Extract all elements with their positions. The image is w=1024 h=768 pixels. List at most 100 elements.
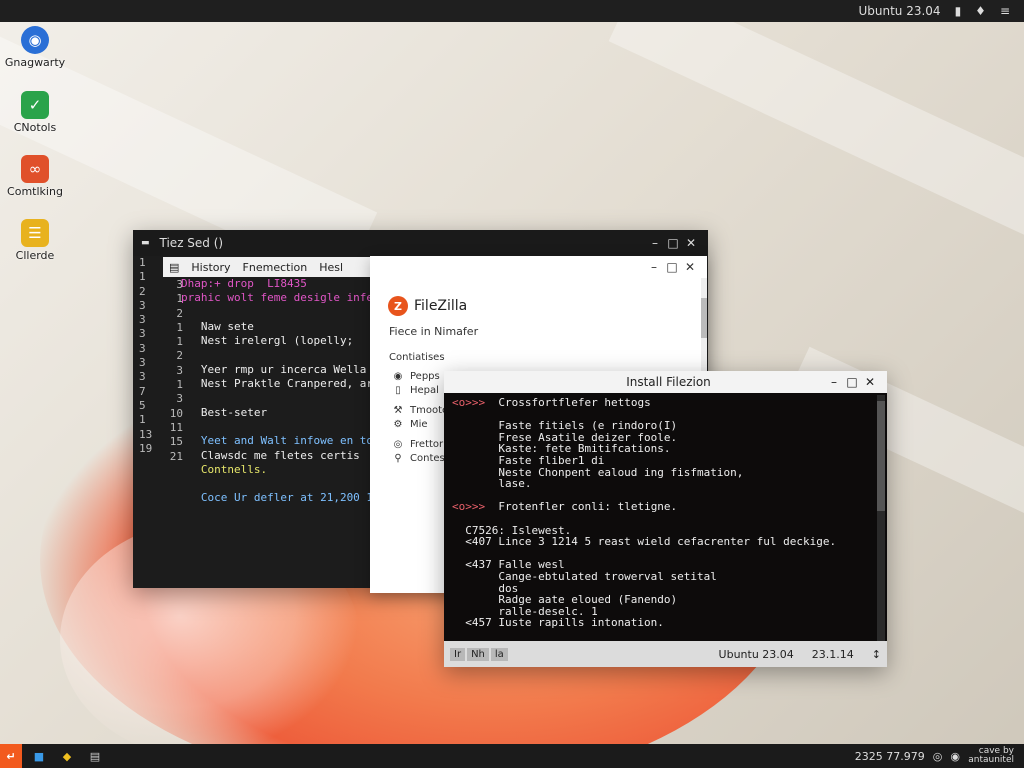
line-number: 15 xyxy=(169,435,183,449)
status-tab[interactable]: Ir xyxy=(450,647,466,661)
terminal-line: lase. xyxy=(452,478,872,490)
line-number: 1 xyxy=(139,256,146,269)
line-number: 3 xyxy=(176,278,183,291)
file-icon[interactable]: ▤ xyxy=(169,261,179,274)
desktop-icon-label: Comtlking xyxy=(7,185,63,198)
line-number: 3 xyxy=(139,298,146,312)
desktop-icon-label: CNotols xyxy=(13,121,57,134)
close-button[interactable]: ✕ xyxy=(681,260,699,274)
install-window[interactable]: Install Filezion – □ ✕ <o>>> Crossfortfl… xyxy=(444,371,887,667)
menu-fnemection[interactable]: Fnemection xyxy=(243,261,308,274)
maximize-button[interactable]: □ xyxy=(663,260,681,274)
line-number: 3 xyxy=(176,392,183,406)
resize-icon[interactable]: ↕ xyxy=(872,648,881,661)
line-number: 2 xyxy=(139,284,146,298)
close-button[interactable]: ✕ xyxy=(682,236,700,250)
status-info: Ubuntu 23.04 23.1.14 ↕ xyxy=(719,648,881,661)
terminal-text: <457 Iuste rapills intonation. xyxy=(452,616,664,630)
scrollbar-thumb[interactable] xyxy=(877,401,885,511)
line-number: 1 xyxy=(139,413,146,427)
list-item[interactable]: ▯ Hepal xyxy=(392,384,449,398)
tray-note: cave by antaunitel xyxy=(968,746,1014,765)
package-icon: ◉ xyxy=(393,371,403,382)
maximize-button[interactable]: □ xyxy=(664,236,682,250)
line-number: 21 xyxy=(169,449,183,463)
line-number: 19 xyxy=(139,441,153,455)
minimize-button[interactable]: – xyxy=(646,236,664,250)
list-item[interactable]: ⚲ Contest xyxy=(392,452,448,466)
menu-icon[interactable]: ▬ xyxy=(141,238,150,248)
line-number: 13 xyxy=(139,427,153,441)
wrench-icon: ⚒ xyxy=(393,405,403,416)
list-item[interactable]: ⚙ Mie xyxy=(392,418,449,432)
terminal-text: Frotenfler conli: tletigne. xyxy=(485,500,678,514)
status-tab[interactable]: Nh xyxy=(467,647,489,661)
status-tab[interactable]: la xyxy=(490,647,508,661)
system-tray: 2325 77.979 ◎ ◉ cave by antaunitel xyxy=(855,747,1024,765)
file-icon[interactable]: ◆ xyxy=(56,744,78,768)
list-item[interactable]: ⚒ Tmoote xyxy=(392,404,449,418)
desktop-icon-comtlking[interactable]: ∞ Comtlking xyxy=(0,155,70,198)
maximize-button[interactable]: □ xyxy=(843,375,861,389)
menu-hesl[interactable]: Hesl xyxy=(319,261,343,274)
volume-icon[interactable]: ◉ xyxy=(950,750,960,763)
network-icon[interactable]: ◎ xyxy=(933,750,943,763)
minimize-button[interactable]: – xyxy=(645,260,663,274)
close-button[interactable]: ✕ xyxy=(861,375,879,389)
line-number: 1 xyxy=(176,292,183,306)
shield-icon[interactable]: ♦ xyxy=(975,4,986,18)
line-number: 3 xyxy=(139,370,146,384)
terminal-icon: ✓ xyxy=(21,91,49,119)
terminal-scrollbar[interactable] xyxy=(877,395,885,641)
filezilla-icon: Z xyxy=(388,296,408,316)
line-gutter: 1 1 2 3 3 3 3 3 3 7 5 1 13 19 xyxy=(139,256,163,456)
taskbar: ↵ ■ ◆ ▤ 2325 77.979 ◎ ◉ cave by antaunit… xyxy=(0,744,1024,768)
terminal-statusbar: Ir Nh la Ubuntu 23.04 23.1.14 ↕ xyxy=(444,641,887,667)
filezilla-titlebar[interactable]: – □ ✕ xyxy=(370,256,707,278)
install-title: Install Filezion xyxy=(626,375,711,389)
tray-clock[interactable]: 2325 77.979 xyxy=(855,750,925,763)
top-panel: Ubuntu 23.04 ▮ ♦ ≡ xyxy=(0,0,1024,22)
editor-title: Tiez Sed () xyxy=(159,236,224,250)
globe-icon: ◎ xyxy=(393,439,403,450)
terminal-line: <o>>> Frotenfler conli: tletigne. xyxy=(452,501,872,513)
screen-icon[interactable]: ▮ xyxy=(955,4,962,18)
line-number: 3 xyxy=(139,356,146,370)
menu-history[interactable]: History xyxy=(191,261,230,274)
desktop-icon-label: Cllerde xyxy=(15,249,55,262)
filezilla-list: ◉ Pepps ▯ Hepal ⚒ Tmoote ⚙ Mie ◎ Frettor ⚲ Con… xyxy=(392,370,449,466)
line-gutter-secondary: 3 1 2 1 1 2 3 1 3 10 11 15 21 xyxy=(163,278,183,464)
desktop-icon-cnotols[interactable]: ✓ CNotols xyxy=(0,91,70,134)
power-icon[interactable]: ≡ xyxy=(1000,4,1010,18)
filezilla-name: FileZilla xyxy=(414,298,468,314)
line-number: 1 xyxy=(176,320,183,334)
status-tabs: Ir Nh la xyxy=(450,647,508,661)
window-icon[interactable]: ■ xyxy=(28,744,50,768)
list-item[interactable]: ◎ Frettor xyxy=(392,438,449,452)
line-number: 2 xyxy=(176,349,183,363)
terminal-icon[interactable]: ▤ xyxy=(84,744,106,768)
code-icon: ∞ xyxy=(21,155,49,183)
line-number: 2 xyxy=(176,306,183,320)
line-number: 3 xyxy=(139,327,146,341)
install-titlebar[interactable]: Install Filezion – □ ✕ xyxy=(444,371,887,393)
line-number: 3 xyxy=(176,363,183,377)
minimize-button[interactable]: – xyxy=(825,375,843,389)
list-item[interactable]: ◉ Pepps xyxy=(392,370,449,384)
scrollbar-thumb[interactable] xyxy=(701,298,707,338)
desktop-icon-gnagwarty[interactable]: ◉ Gnagwarty xyxy=(0,26,70,69)
start-button[interactable]: ↵ xyxy=(0,744,22,768)
editor-titlebar[interactable]: ▬ Tiez Sed () – □ ✕ xyxy=(133,230,708,256)
line-number: 7 xyxy=(139,384,146,398)
top-clock[interactable]: Ubuntu 23.04 xyxy=(858,4,940,18)
terminal-text: lase. xyxy=(452,477,532,491)
section-heading: Contiatises xyxy=(389,352,445,363)
line-number: 1 xyxy=(176,335,183,349)
status-right: 23.1.14 xyxy=(811,647,854,661)
terminal-line: <o>>> Crossfortflefer hettogs xyxy=(452,397,872,409)
page-icon: ▯ xyxy=(395,385,401,396)
desktop-icon-cllerde[interactable]: ☰ Cllerde xyxy=(0,219,70,262)
search-icon: ⚲ xyxy=(394,453,402,464)
terminal-output[interactable]: <o>>> Crossfortflefer hettogs Faste fiti… xyxy=(448,393,876,641)
line-number: 1 xyxy=(139,270,146,284)
